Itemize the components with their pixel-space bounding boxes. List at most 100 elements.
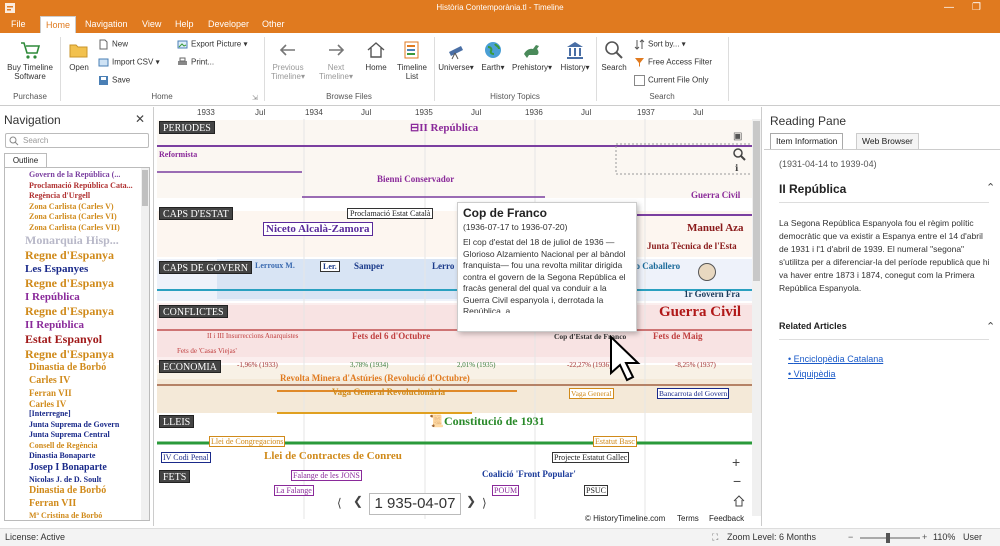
collapse-related-icon[interactable]: ⌃	[986, 320, 995, 333]
earth-button[interactable]: Earth▾	[478, 39, 508, 72]
zoom-in-icon[interactable]: +	[732, 454, 740, 470]
home-timeline-icon[interactable]	[733, 495, 745, 507]
zoom-slider-thumb[interactable]	[886, 533, 890, 543]
zoom-out-icon[interactable]: −	[733, 473, 741, 489]
close-icon[interactable]: ✕	[135, 112, 145, 126]
band-label-lleis[interactable]: LLEIS	[159, 415, 195, 428]
event-fets-octubre[interactable]: Fets del 6 d'Octubre	[352, 331, 430, 341]
nav-tree-item[interactable]: Junta Suprema de Govern	[29, 420, 119, 429]
print-button[interactable]: Print...	[177, 57, 214, 68]
nav-tree-item[interactable]: [Interregne]	[29, 409, 71, 418]
nav-tree-item[interactable]: Carles IV	[29, 399, 66, 409]
universe-button[interactable]: Universe▾	[437, 39, 475, 72]
event-casas-viejas[interactable]: Fets de 'Casas Viejas'	[177, 347, 237, 355]
link-viquipedia[interactable]: • Viquipèdia	[788, 369, 836, 379]
event-reformista[interactable]: Reformista	[159, 150, 197, 159]
timeline-scrollbar-thumb[interactable]	[753, 121, 760, 281]
nav-scrollbar[interactable]	[141, 168, 149, 520]
terms-link[interactable]: Terms	[677, 514, 699, 523]
event-junta-tecnica[interactable]: Junta Tècnica de l'Esta	[647, 241, 737, 251]
nav-tree-item[interactable]: Mª Cristina de Borbó	[29, 511, 102, 520]
search-input[interactable]: Search	[5, 133, 149, 148]
band-label-fets[interactable]: FETS	[159, 470, 191, 483]
nav-tree-item[interactable]: Govern de la República (...	[29, 170, 120, 179]
tab-web-browser[interactable]: Web Browser	[856, 133, 919, 149]
nav-tree-item[interactable]: Regne d'Espanya	[25, 248, 114, 263]
zoom-in-status-icon[interactable]: +	[922, 529, 927, 546]
checkbox-icon[interactable]	[634, 75, 645, 86]
nav-tree-item[interactable]: Junta Suprema Central	[29, 430, 110, 439]
current-file-only-checkbox[interactable]: Current File Only	[634, 75, 708, 86]
nav-tree-item[interactable]: Monarquia Hisp...	[25, 233, 119, 248]
nav-tree-item[interactable]: Ferran VII	[29, 498, 76, 509]
event-lerroux-m[interactable]: Lerroux M.	[255, 261, 295, 270]
dialog-launcher-icon[interactable]: ⇲	[252, 94, 258, 102]
tab-help[interactable]: Help	[170, 16, 199, 33]
event-bancarrota[interactable]: Bancarrota del Govern	[657, 388, 730, 399]
import-csv-button[interactable]: Import CSV ▾	[98, 57, 160, 68]
nav-tree-item[interactable]: Proclamació República Cata...	[29, 181, 133, 190]
tab-outline[interactable]: Outline	[4, 153, 47, 168]
previous-timeline-button[interactable]: Previous Timeline▾	[268, 39, 308, 81]
nav-tree-item[interactable]: Regne d'Espanya	[25, 304, 114, 319]
event-lerroux-2[interactable]: Lerro	[432, 261, 454, 271]
event-1r-govern-franco[interactable]: 1r Govern Fra	[684, 289, 740, 299]
economy-1934[interactable]: 3,78% (1934)	[350, 361, 389, 369]
event-proclamacio-estat-catala[interactable]: Proclamació Estat Català	[347, 208, 434, 219]
band-label-caps-estat[interactable]: CAPS D'ESTAT	[159, 207, 233, 220]
site-credit[interactable]: © HistoryTimeline.com	[585, 514, 665, 523]
nav-scrollbar-thumb[interactable]	[142, 170, 148, 206]
info-icon[interactable]: ℹ	[735, 163, 738, 174]
next-timeline-button[interactable]: Next Timeline▾	[316, 39, 356, 81]
prehistory-button[interactable]: Prehistory▾	[510, 39, 554, 72]
band-label-economia[interactable]: ECONOMIA	[159, 360, 221, 373]
timeline-view[interactable]: 1933 Jul 1934 Jul 1935 Jul 1936 Jul 1937 Jul PERI…	[157, 107, 762, 526]
open-button[interactable]: Open	[64, 39, 94, 72]
event-projecte-estatut-gallec[interactable]: Projecte Estatut Gallec	[552, 452, 630, 463]
nav-tree-item[interactable]: Zona Carlista (Carles VI)	[29, 212, 117, 221]
tab-view[interactable]: View	[137, 16, 166, 33]
minimize-icon[interactable]: —	[944, 0, 954, 16]
event-la-falange[interactable]: La Falange	[274, 485, 314, 496]
event-iv-codi-penal[interactable]: IV Codi Penal	[161, 452, 211, 463]
event-llei-contractes-conreu[interactable]: Llei de Contractes de Conreu	[264, 450, 402, 462]
sort-by-button[interactable]: Sort by... ▾	[634, 39, 686, 50]
event-estatut-basc[interactable]: Estatut Basc	[593, 436, 637, 447]
feedback-link[interactable]: Feedback	[709, 514, 744, 523]
skip-forward-icon[interactable]: ⟩	[482, 496, 487, 510]
skip-back-icon[interactable]: ⟨	[337, 496, 342, 510]
tab-other[interactable]: Other	[257, 16, 290, 33]
event-bienni-conservador[interactable]: Bienni Conservador	[377, 174, 454, 184]
search-button[interactable]: Search	[599, 39, 629, 72]
event-ii-republica[interactable]: ⊟II República	[410, 121, 478, 134]
tab-developer[interactable]: Developer	[203, 16, 254, 33]
avatar[interactable]	[698, 263, 716, 281]
nav-tree-item[interactable]: Regne d'Espanya	[25, 276, 114, 291]
event-lerroux-short[interactable]: Ler.	[320, 261, 340, 272]
event-falange-jons[interactable]: Falange de les JONS	[291, 470, 362, 481]
next-icon[interactable]: ❯	[466, 494, 476, 508]
nav-tree-item[interactable]: Zona Carlista (Carles VII)	[29, 223, 120, 232]
economy-1937[interactable]: -8,25% (1937)	[675, 361, 716, 369]
save-button[interactable]: Save	[98, 75, 130, 86]
prev-icon[interactable]: ❮	[353, 494, 363, 508]
zoom-out-status-icon[interactable]: −	[848, 529, 853, 546]
event-psuc[interactable]: PSUC	[584, 485, 609, 496]
nav-tree-item[interactable]: Regne d'Espanya	[25, 347, 114, 362]
nav-tree-item[interactable]: Zona Carlista (Carles V)	[29, 202, 114, 211]
nav-tree-item[interactable]: Carles IV	[29, 375, 70, 386]
event-llei-congregacions[interactable]: Llei de Congregacions	[209, 436, 286, 447]
nav-tree-item[interactable]: Dinastia de Borbó	[29, 485, 106, 496]
economy-1935[interactable]: 2,01% (1935)	[457, 361, 496, 369]
event-poum[interactable]: POUM	[492, 485, 520, 496]
event-guerra-civil-periode[interactable]: Guerra Civil	[691, 190, 740, 200]
zoom-search-icon[interactable]	[732, 147, 746, 161]
home-button[interactable]: Home	[361, 39, 391, 72]
nav-tree-item[interactable]: Consell de Regència	[29, 441, 97, 450]
event-vaga-general-revolucionaria[interactable]: Vaga General Revolucionària	[332, 387, 445, 397]
tab-file[interactable]: File	[6, 16, 31, 33]
nav-tree-item[interactable]: I República	[25, 291, 80, 303]
event-constitucio-1931[interactable]: 📜Constitució de 1931	[429, 414, 545, 429]
history-button[interactable]: History▾	[558, 39, 592, 72]
link-enciclopedia-catalana[interactable]: • Enciclopèdia Catalana	[788, 354, 883, 364]
